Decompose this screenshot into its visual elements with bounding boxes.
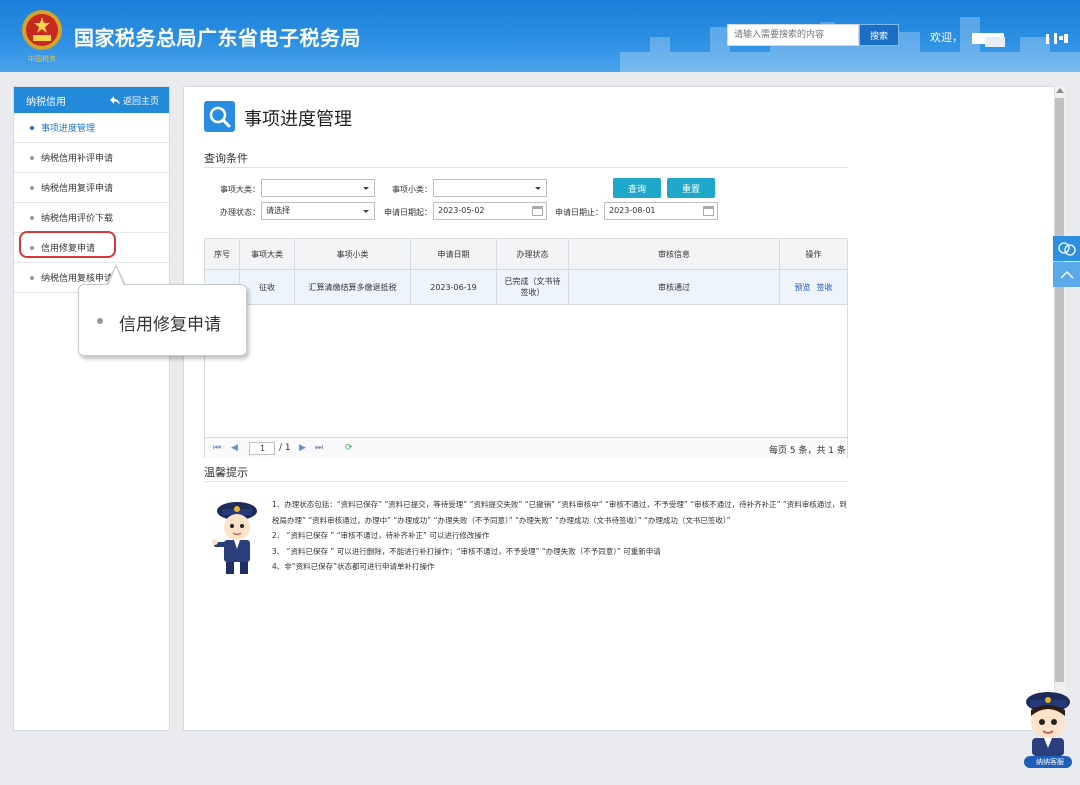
logout-icon[interactable] (1046, 31, 1070, 45)
row-subcategory: 汇算清缴结算多缴退抵税 (295, 270, 411, 304)
table-header: 序号 事项大类 事项小类 申请日期 办理状态 审核信息 操作 (205, 239, 847, 270)
sidebar-item-supplement[interactable]: 纳税信用补评申请 (14, 143, 169, 173)
tax-emblem-icon (22, 10, 62, 50)
search-input[interactable] (727, 24, 859, 46)
col-index: 序号 (205, 239, 240, 269)
next-page-icon[interactable]: ▶ (299, 443, 306, 453)
page-number-input[interactable]: 1 (249, 442, 275, 455)
assistant-label[interactable]: 纳纳客服 (1030, 757, 1070, 767)
category-select[interactable] (261, 179, 375, 197)
date-end-label: 申请日期止： (555, 208, 603, 217)
sidebar-header: 纳税信用 返回主页 (14, 87, 169, 113)
col-category: 事项大类 (240, 239, 295, 269)
tax-officer-mascot-icon (212, 502, 257, 574)
zoom-callout: 信用修复申请 (78, 284, 247, 356)
chat-float-button[interactable] (1053, 236, 1080, 261)
results-table: 序号 事项大类 事项小类 申请日期 办理状态 审核信息 操作 1 征收 汇算清缴… (204, 238, 848, 458)
welcome-text: 欢迎， (930, 31, 963, 44)
sidebar-item-reevaluate[interactable]: 纳税信用复评申请 (14, 173, 169, 203)
subcategory-label: 事项小类： (392, 185, 432, 194)
tip-item: 2、 “资料已保存 ” “审核不通过，待补齐补正” 可以进行修改操作 (272, 531, 490, 540)
first-page-icon[interactable]: ⏮ (213, 443, 221, 453)
page-summary: 每页 5 条，共 1 条 (769, 446, 846, 456)
reset-button[interactable]: 重置 (667, 178, 715, 198)
col-status: 办理状态 (497, 239, 569, 269)
user-name-redacted-2 (985, 37, 1005, 47)
query-section-title: 查询条件 (204, 152, 248, 165)
tip-item: 4、非“资料已保存”状态都可进行申请单补打操作 (272, 562, 435, 571)
back-to-top-button[interactable] (1053, 262, 1080, 287)
category-label: 事项大类： (220, 185, 260, 194)
query-button[interactable]: 查询 (613, 178, 661, 198)
callout-bullet (97, 318, 103, 324)
tips-list: 1、办理状态包括：“资料已保存” “资料已提交，等待受理” “资料提交失败” “… (272, 497, 850, 575)
row-date: 2023-06-19 (411, 270, 497, 304)
sidebar: 纳税信用 返回主页 事项进度管理 纳税信用补评申请 纳税信用复评申请 纳税信用评… (13, 86, 170, 731)
sidebar-item-progress[interactable]: 事项进度管理 (14, 113, 169, 143)
prev-page-icon[interactable]: ◀ (231, 443, 238, 453)
date-start-label: 申请日期起： (384, 208, 432, 217)
date-start-input[interactable]: 2023-05-02 (433, 202, 547, 220)
pagination-bar: ⏮ ◀ 1 / 1 ▶ ⏭ ⟳ 每页 5 条，共 1 条 (205, 437, 847, 458)
callout-text: 信用修复申请 (119, 315, 221, 335)
date-end-input[interactable]: 2023-08-01 (604, 202, 718, 220)
col-action: 操作 (805, 249, 822, 259)
tip-item: 1、办理状态包括：“资料已保存” “资料已提交，等待受理” “资料提交失败” “… (272, 500, 847, 525)
back-arrow-icon (109, 96, 120, 105)
table-row[interactable]: 1 征收 汇算清缴结算多缴退抵税 2023-06-19 已完成（文书待签收） 审… (205, 270, 847, 305)
page-title: 事项进度管理 (244, 109, 352, 130)
row-status: 已完成（文书待签收） (497, 270, 569, 304)
col-subcategory: 事项小类 (295, 239, 411, 269)
calendar-icon[interactable] (532, 206, 543, 216)
chat-bubbles-icon (1057, 241, 1076, 256)
status-label: 办理状态： (220, 208, 260, 217)
search-button[interactable]: 搜索 (859, 24, 899, 46)
callout-tail-inner (108, 267, 124, 286)
emblem-caption: 中国税务 (28, 55, 56, 63)
page-search-icon (204, 101, 235, 132)
sidebar-item-download[interactable]: 纳税信用评价下载 (14, 203, 169, 233)
preview-link[interactable]: 预览 (795, 282, 811, 293)
total-pages: / 1 (279, 443, 291, 453)
refresh-icon[interactable]: ⟳ (345, 443, 353, 453)
back-home-link[interactable]: 返回主页 (109, 94, 159, 107)
sidebar-title: 纳税信用 (26, 96, 66, 108)
divider (204, 167, 848, 168)
tips-section-title: 温馨提示 (204, 466, 248, 479)
site-title[interactable]: 国家税务总局广东省电子税务局 (74, 22, 361, 51)
divider (204, 481, 848, 482)
row-actions: 预览 签收 (780, 270, 847, 304)
status-select[interactable]: 请选择 (261, 202, 375, 220)
chevron-down-icon (363, 187, 369, 190)
row-review: 审核通过 (569, 270, 780, 304)
scrollbar-thumb[interactable] (1055, 98, 1064, 682)
calendar-icon[interactable] (703, 206, 714, 216)
row-category: 征收 (240, 270, 295, 304)
chevron-up-icon (1059, 270, 1074, 279)
chevron-down-icon (535, 187, 541, 190)
chevron-down-icon (363, 210, 369, 213)
subcategory-select[interactable] (433, 179, 547, 197)
scroll-up-arrow-icon[interactable] (1056, 88, 1064, 93)
col-date: 申请日期 (411, 239, 497, 269)
highlight-circle (19, 231, 116, 258)
last-page-icon[interactable]: ⏭ (315, 443, 323, 453)
sign-link[interactable]: 签收 (817, 282, 833, 293)
col-review: 审核信息 (569, 239, 780, 269)
tip-item: 3、 “资料已保存 ” 可以进行删除，不能进行补打操作；“审核不通过，不予受理”… (272, 546, 661, 556)
